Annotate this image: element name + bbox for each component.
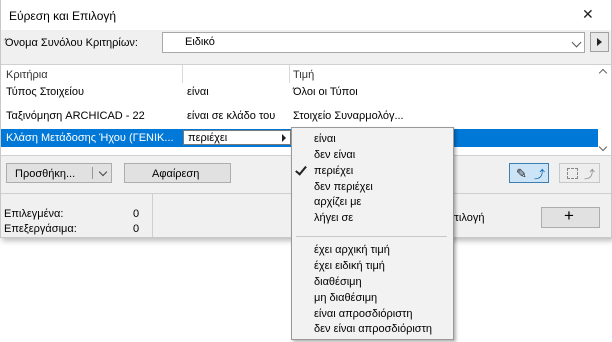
selected-count: 0 — [133, 208, 140, 220]
add-selection-button[interactable]: + — [541, 206, 600, 228]
row-value[interactable]: Όλοι οι Τύποι — [293, 86, 358, 98]
expand-button[interactable] — [590, 32, 609, 52]
operator-menu: είναι δεν είναι περιέχει δεν περιέχει αρ… — [291, 127, 454, 340]
chevron-down-icon — [571, 37, 582, 48]
menu-item[interactable]: δεν περιέχει — [314, 181, 373, 193]
remove-button-label: Αφαίρεση — [152, 168, 200, 180]
triangle-right-icon — [597, 38, 602, 46]
operator-value: περιέχει — [188, 132, 228, 144]
add-button[interactable]: Προσθήκη... — [6, 163, 112, 183]
scroll-down-icon[interactable] — [598, 142, 608, 152]
menu-item[interactable]: είναι — [314, 133, 336, 145]
eyedropper-icon: ✎ — [516, 166, 527, 181]
row-criterion: Κλάση Μετάδοσης Ήχου (ΓΕΝΙΚ... — [6, 132, 174, 144]
menu-item[interactable]: είναι απροσδιόριστη — [314, 308, 412, 320]
selected-count-label: Επιλεγμένα: — [4, 208, 64, 220]
header-separator — [182, 65, 183, 83]
split-separator — [92, 167, 93, 179]
operator-dropdown[interactable]: περιέχει — [183, 130, 291, 145]
header-criteria: Κριτήρια — [6, 69, 48, 81]
menu-item[interactable]: μη διαθέσιμη — [314, 292, 377, 304]
criteria-set-value: Ειδικό — [185, 36, 215, 48]
chevron-down-icon[interactable] — [98, 167, 108, 177]
editable-count: 0 — [133, 223, 140, 235]
menu-item[interactable]: έχει αρχική τιμή — [314, 244, 390, 256]
header-value: Τιμή — [293, 69, 315, 81]
menu-item[interactable]: δεν είναι απροσδιόριστη — [314, 323, 432, 335]
arrow-icon: ⤴ — [584, 169, 595, 181]
row-criterion: Τύπος Στοιχείου — [6, 86, 84, 98]
table-row[interactable]: Τύπος Στοιχείου είναι Όλοι οι Τύποι — [1, 83, 598, 101]
dialog-title: Εύρεση και Επιλογή — [9, 9, 117, 23]
menu-item[interactable]: έχει ειδική τιμή — [314, 260, 385, 272]
editable-count-label: Επεξεργάσιμα: — [4, 223, 77, 235]
title-bar: Εύρεση και Επιλογή ✕ — [1, 0, 611, 30]
pick-parameters-button[interactable]: ✎ ⤴ — [509, 163, 549, 183]
triangle-right-icon — [282, 134, 286, 142]
row-value[interactable]: Στοιχείο Συναρμολόγ... — [293, 110, 404, 122]
menu-separator — [296, 236, 447, 237]
menu-item[interactable]: αρχίζει με — [314, 196, 361, 208]
plus-icon: + — [564, 206, 574, 225]
row-operator[interactable]: είναι — [187, 86, 209, 98]
menu-item-checked[interactable]: περιέχει — [314, 165, 353, 177]
remove-button[interactable]: Αφαίρεση — [124, 163, 231, 183]
header-separator — [289, 65, 290, 83]
marquee-select-button[interactable]: ⤴ — [559, 163, 600, 183]
arrow-icon: ⤴ — [534, 169, 545, 181]
checkmark-icon — [295, 163, 307, 176]
row-operator[interactable]: είναι σε κλάδο του — [187, 110, 275, 122]
close-icon[interactable]: ✕ — [582, 6, 594, 23]
criteria-set-label: Όνομα Συνόλου Κριτηρίων: — [5, 37, 138, 49]
menu-item[interactable]: λήγει σε — [314, 212, 353, 224]
criteria-set-dropdown[interactable]: Ειδικό — [162, 32, 585, 53]
add-button-label: Προσθήκη... — [15, 168, 76, 180]
scroll-up-icon[interactable] — [598, 68, 608, 78]
divider — [152, 193, 153, 237]
marquee-icon — [567, 168, 578, 179]
menu-item[interactable]: δεν είναι — [314, 149, 355, 161]
row-criterion: Ταξινόμηση ARCHICAD - 22 — [6, 110, 145, 122]
menu-item[interactable]: διαθέσιμη — [314, 276, 362, 288]
table-row[interactable]: Ταξινόμηση ARCHICAD - 22 είναι σε κλάδο … — [1, 107, 598, 125]
